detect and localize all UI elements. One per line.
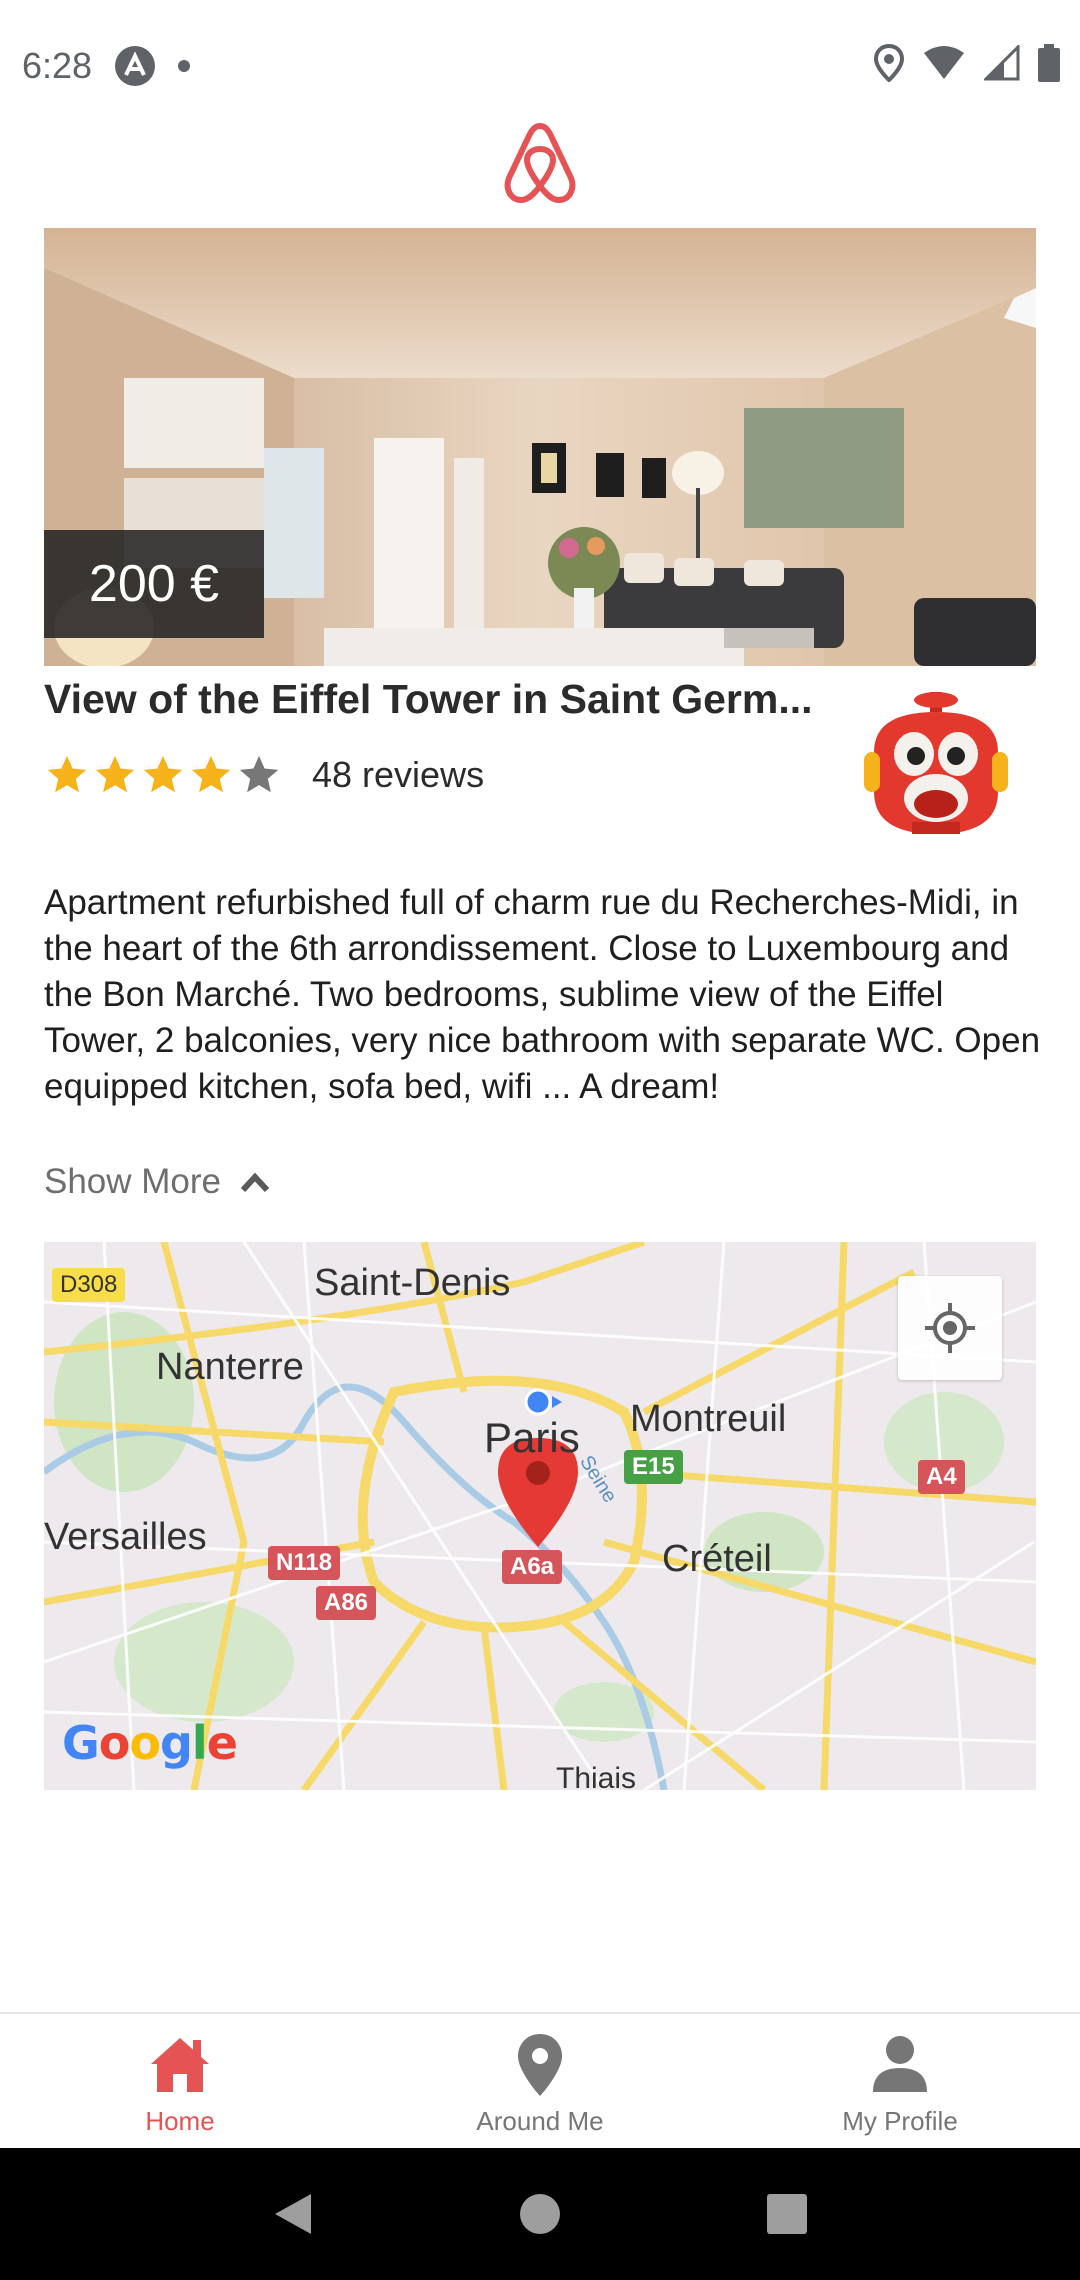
google-attribution: Google	[62, 1716, 238, 1770]
location-pin-icon	[518, 2034, 562, 2096]
star-rating	[44, 752, 282, 798]
map-label-saint-denis: Saint-Denis	[314, 1262, 511, 1304]
rating-row: 48 reviews	[44, 752, 484, 798]
chevron-up-icon	[240, 1172, 270, 1193]
map-label-nanterre: Nanterre	[156, 1346, 304, 1388]
map-label-montreuil: Montreuil	[630, 1398, 787, 1440]
cellular-signal-icon	[984, 45, 1020, 81]
nav-home[interactable]: Home	[0, 2014, 360, 2148]
road-a86: A86	[316, 1586, 377, 1620]
location-map[interactable]: D308 Saint-Denis Nanterre Montreuil Pari…	[44, 1242, 1036, 1790]
host-avatar[interactable]	[864, 692, 1008, 842]
nav-around-me[interactable]: Around Me	[360, 2014, 720, 2148]
notification-dot-icon	[178, 60, 191, 72]
wifi-icon	[924, 46, 964, 79]
back-icon[interactable]	[271, 2190, 315, 2238]
star-filled-icon	[143, 755, 183, 793]
recents-icon[interactable]	[765, 2192, 809, 2236]
listing-photo[interactable]: 200 €	[44, 228, 1036, 666]
road-d308: D308	[52, 1268, 126, 1302]
star-filled-icon	[47, 755, 87, 793]
location-status-icon	[874, 44, 904, 82]
show-more-button[interactable]: Show More	[44, 1162, 271, 1202]
listing-title: View of the Eiffel Tower in Saint Germ..…	[44, 676, 813, 722]
star-filled-icon	[191, 755, 231, 793]
status-time: 6:28	[22, 45, 93, 86]
system-navigation-bar	[0, 2148, 1080, 2280]
map-label-versailles: Versailles	[44, 1516, 207, 1558]
nav-around-me-label: Around Me	[476, 2106, 604, 2136]
road-e15: E15	[624, 1450, 683, 1484]
airbnb-logo-icon	[504, 123, 576, 203]
map-label-thiais: Thiais	[556, 1762, 637, 1790]
road-a4: A4	[918, 1460, 965, 1494]
star-empty-icon	[239, 755, 279, 793]
nav-my-profile[interactable]: My Profile	[720, 2014, 1080, 2148]
price-tag: 200 €	[44, 530, 264, 638]
road-n118: N118	[268, 1546, 341, 1580]
nav-home-label: Home	[145, 2106, 215, 2136]
app-notification-icon	[115, 46, 156, 86]
my-location-button[interactable]	[898, 1276, 1002, 1380]
star-filled-icon	[95, 755, 135, 793]
person-icon	[873, 2036, 927, 2092]
road-a6a: A6a	[502, 1550, 563, 1584]
nav-my-profile-label: My Profile	[842, 2106, 958, 2136]
review-count[interactable]: 48 reviews	[312, 754, 484, 796]
bottom-navigation: Home Around Me My Profile	[0, 2012, 1080, 2148]
status-bar: 6:28	[0, 0, 1080, 132]
show-more-label: Show More	[44, 1162, 222, 1201]
home-circle-icon[interactable]	[518, 2192, 562, 2236]
map-label-paris: Paris	[484, 1414, 580, 1461]
home-icon	[151, 2038, 209, 2092]
battery-icon	[1038, 44, 1060, 82]
listing-description: Apartment refurbished full of charm rue …	[44, 883, 1041, 1106]
map-label-creteil: Créteil	[662, 1538, 772, 1580]
crosshair-icon	[925, 1303, 975, 1353]
